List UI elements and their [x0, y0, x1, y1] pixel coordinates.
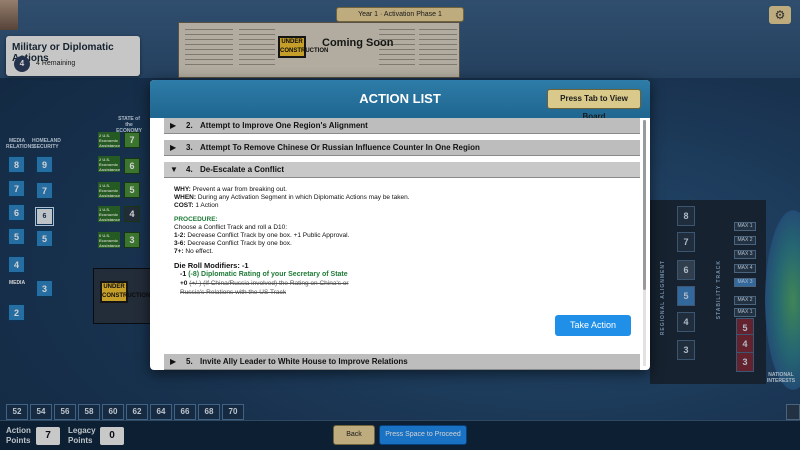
- when-label: WHEN:: [174, 194, 197, 201]
- expand-arrow-icon: ▶: [170, 357, 177, 366]
- modifier-value: -1: [180, 271, 187, 278]
- expand-arrow-icon: ▶: [170, 143, 177, 152]
- action-details: WHY: Prevent a war from breaking out. WH…: [174, 186, 614, 297]
- modifiers-label: Die Roll Modifiers:: [174, 261, 240, 270]
- modifiers-total: -1: [241, 261, 249, 270]
- scrollbar-thumb[interactable]: [643, 120, 646, 290]
- modifier-text: (+/-) (If China/Russia involved) the Rat…: [180, 280, 349, 296]
- action-row[interactable]: ▶ 5. Invite Ally Leader to White House t…: [164, 354, 640, 370]
- result-text: No effect.: [185, 248, 214, 255]
- modifiers-line: Die Roll Modifiers: -1: [174, 262, 614, 270]
- expand-arrow-icon: ▶: [170, 121, 177, 130]
- why-line: WHY: Prevent a war from breaking out.: [174, 186, 614, 194]
- modifier-value: +0: [180, 280, 188, 287]
- action-number: 3.: [186, 143, 193, 152]
- procedure-intro: Choose a Conflict Track and roll a D10:: [174, 224, 288, 231]
- result-text: Decrease Conflict Track by one box. +1 P…: [187, 232, 350, 239]
- result-line: 3-6: Decrease Conflict Track by one box.: [174, 240, 614, 248]
- cost-line: COST: 1 Action: [174, 202, 614, 210]
- result-range: 3-6:: [174, 240, 186, 247]
- why-label: WHY:: [174, 186, 191, 193]
- result-line: 7+: No effect.: [174, 248, 614, 256]
- take-action-button[interactable]: Take Action: [555, 315, 631, 336]
- result-line: 1-2: Decrease Conflict Track by one box.…: [174, 232, 614, 240]
- collapse-arrow-icon: ▼: [170, 165, 178, 174]
- result-text: Decrease Conflict Track by one box.: [187, 240, 292, 247]
- view-board-button[interactable]: Press Tab to View Board: [547, 89, 641, 121]
- action-number: 4.: [186, 165, 193, 174]
- action-label: Attempt To Remove Chinese Or Russian Inf…: [200, 143, 480, 152]
- procedure-label: PROCEDURE:: [174, 216, 218, 223]
- modifier-item: -1 (-8) Diplomatic Rating of your Secret…: [174, 270, 354, 279]
- action-label: Attempt to Improve One Region's Alignmen…: [200, 121, 368, 130]
- modifier-item: +0 (+/-) (If China/Russia involved) the …: [174, 279, 354, 297]
- action-label: Invite Ally Leader to White House to Imp…: [200, 357, 408, 366]
- action-row[interactable]: ▶ 3. Attempt To Remove Chinese Or Russia…: [164, 140, 640, 156]
- when-text: During any Activation Segment in which D…: [197, 194, 410, 201]
- action-label: De-Escalate a Conflict: [200, 165, 285, 174]
- when-line: WHEN: During any Activation Segment in w…: [174, 194, 614, 202]
- result-range: 1-2:: [174, 232, 186, 239]
- modifier-text: (-8) Diplomatic Rating of your Secretary…: [188, 271, 348, 278]
- action-number: 2.: [186, 121, 193, 130]
- action-row-expanded[interactable]: ▼ 4. De-Escalate a Conflict: [164, 162, 640, 178]
- result-range: 7+:: [174, 248, 184, 255]
- cost-text: 1 Action: [195, 202, 219, 209]
- action-row[interactable]: ▶ 2. Attempt to Improve One Region's Ali…: [164, 118, 640, 134]
- why-text: Prevent a war from breaking out.: [192, 186, 287, 193]
- action-number: 5.: [186, 357, 193, 366]
- action-list-dialog: ACTION LIST Press Tab to View Board ▶ 2.…: [150, 80, 650, 370]
- cost-label: COST:: [174, 202, 194, 209]
